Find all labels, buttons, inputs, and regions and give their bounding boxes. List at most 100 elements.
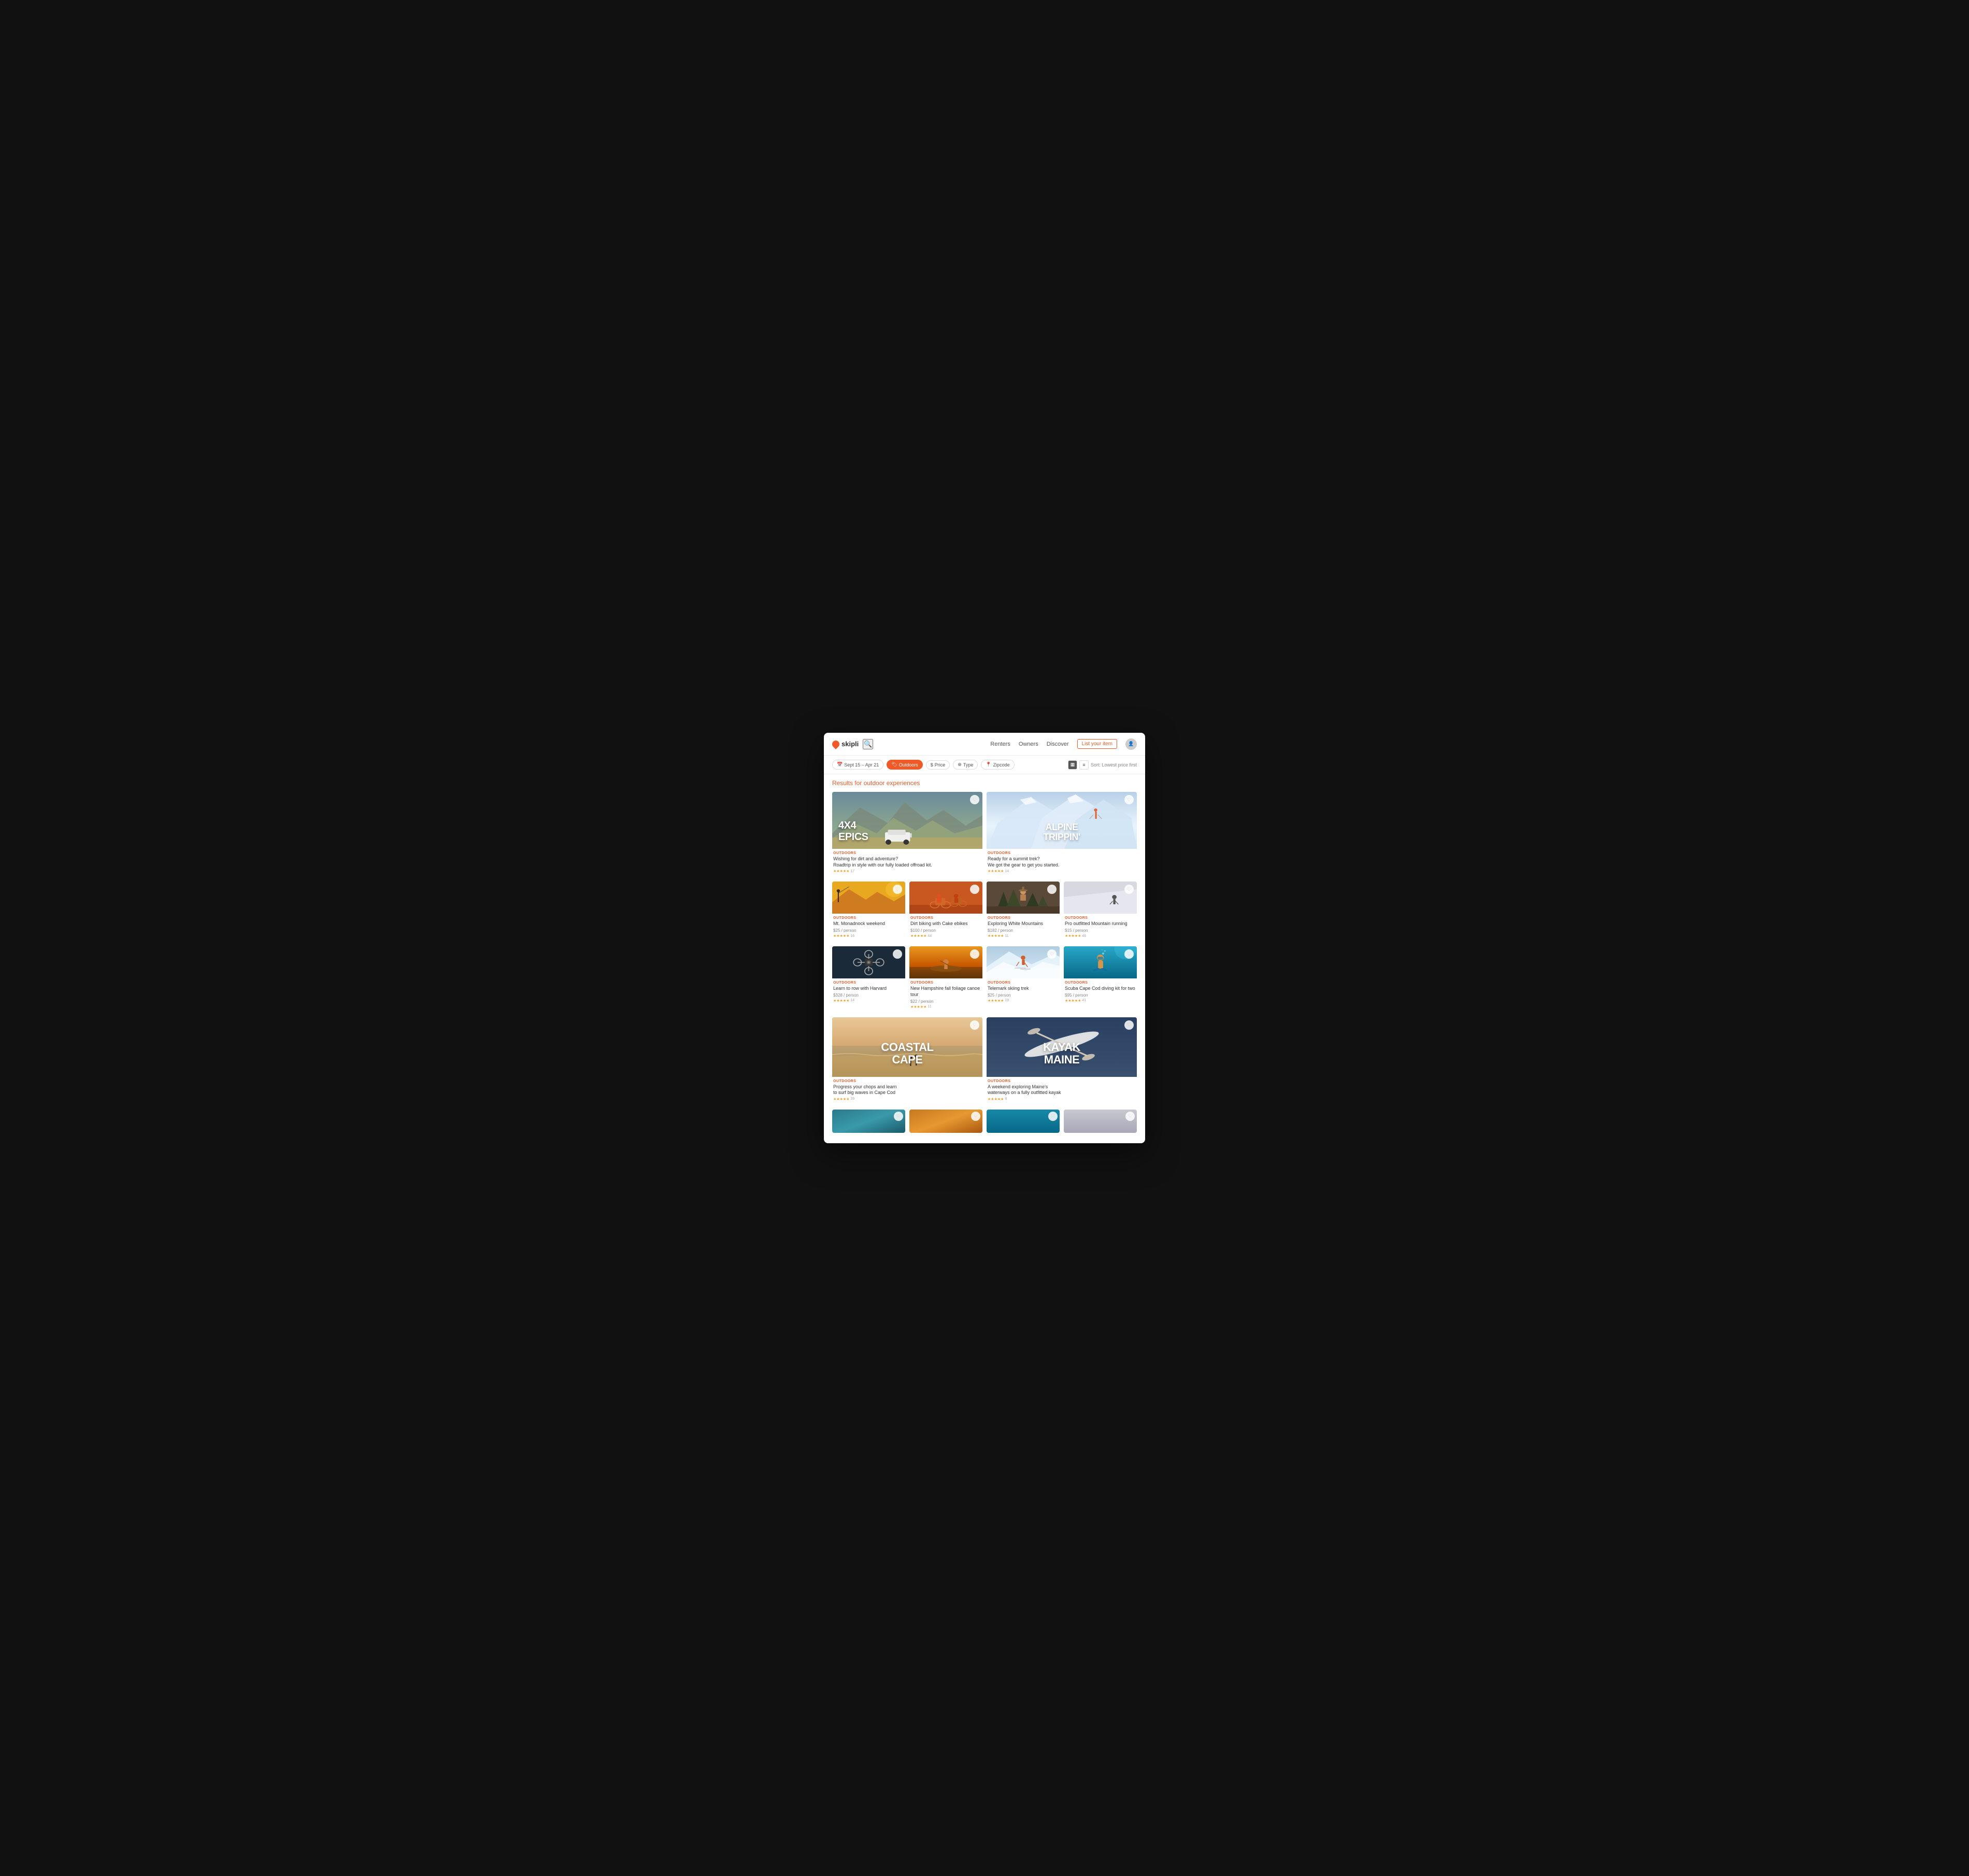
filter-price[interactable]: $ Price bbox=[926, 760, 950, 770]
filter-category[interactable]: 🏷 Outdoors bbox=[887, 760, 922, 770]
category-foliage: OUTDOORS bbox=[910, 981, 981, 985]
type-icon: ⊕ bbox=[958, 762, 962, 768]
location-icon: 📍 bbox=[986, 762, 991, 768]
price-pro: $15 / person bbox=[1065, 928, 1136, 933]
featured-card-alpine[interactable]: ALPINETRIPPIN' ♡ OUTDOORS Ready for a su… bbox=[987, 792, 1137, 876]
card-image-monadnock: ♡ ⎙ bbox=[832, 882, 905, 914]
header: skipli 🔍 Renters Owners Discover List yo… bbox=[824, 733, 1145, 756]
results-area: Results for outdoor experiences bbox=[824, 774, 1145, 1143]
calendar-icon: 📅 bbox=[837, 762, 843, 768]
favorite-btn-more4[interactable]: ♡ bbox=[1125, 1112, 1135, 1121]
rating-telemark: ★★★★★ 19 bbox=[988, 999, 1059, 1003]
title-foliage: New Hampshire fall foliage canoe tour bbox=[910, 986, 981, 998]
grid-card-more2[interactable]: ♡ bbox=[909, 1110, 982, 1133]
category-dirt: OUTDOORS bbox=[910, 916, 981, 920]
favorite-button-4x4[interactable]: ♡ bbox=[970, 795, 979, 804]
card-image-more3: ♡ bbox=[987, 1110, 1060, 1133]
bottom-featured-row: COASTALCAPE ♡ OUTDOORS Progress your cho… bbox=[832, 1017, 1137, 1104]
grid-card-rowing[interactable]: ♡ ⎙ OUTDOORS Learn to row with Harvard $… bbox=[832, 946, 905, 1012]
rating-foliage: ★★★★★ 11 bbox=[910, 1005, 981, 1009]
info-pro: OUTDOORS Pro outfitted Mountain running … bbox=[1064, 914, 1137, 941]
nav-owners[interactable]: Owners bbox=[1019, 741, 1038, 747]
filter-date[interactable]: 📅 Sept 15 – Apr 21 bbox=[832, 760, 883, 770]
grid-card-foliage[interactable]: ♡ ⎙ OUTDOORS New Hampshire fall foliage … bbox=[909, 946, 982, 1012]
grid-row-2: ♡ ⎙ OUTDOORS Learn to row with Harvard $… bbox=[832, 946, 1137, 1012]
rating-monadnock: ★★★★★ 16 bbox=[833, 934, 904, 938]
grid-row-1: ♡ ⎙ OUTDOORS Mt. Monadnock weekend $25 /… bbox=[832, 882, 1137, 941]
info-foliage: OUTDOORS New Hampshire fall foliage cano… bbox=[909, 978, 982, 1012]
card-image-rowing: ♡ ⎙ bbox=[832, 946, 905, 978]
sort-controls: ▦ ≡ Sort: Lowest price first bbox=[1068, 760, 1137, 770]
grid-card-pro[interactable]: ♡ ⎙ OUTDOORS Pro outfitted Mountain runn… bbox=[1064, 882, 1137, 941]
rating-dirt: ★★★★★ 44 bbox=[910, 934, 981, 938]
category-scuba: OUTDOORS bbox=[1065, 981, 1136, 985]
featured-image-4x4: 4X4EPICS ♡ bbox=[832, 792, 982, 849]
price-monadnock: $25 / person bbox=[833, 928, 904, 933]
info-monadnock: OUTDOORS Mt. Monadnock weekend $25 / per… bbox=[832, 914, 905, 941]
info-exploring: OUTDOORS Exploring White Mountains $182 … bbox=[987, 914, 1060, 941]
featured-title-kayak: KAYAKMAINE bbox=[987, 1041, 1137, 1066]
user-avatar[interactable]: 👤 bbox=[1125, 738, 1137, 750]
filter-type[interactable]: ⊕ Type bbox=[953, 760, 978, 770]
grid-card-more3[interactable]: ♡ bbox=[987, 1110, 1060, 1133]
info-coastal: OUTDOORS Progress your chops and learn t… bbox=[832, 1077, 982, 1104]
rating-coastal: ★★★★★ 39 bbox=[833, 1097, 981, 1101]
category-coastal: OUTDOORS bbox=[833, 1079, 981, 1083]
nav-discover[interactable]: Discover bbox=[1047, 741, 1069, 747]
card-category-4x4: OUTDOORS bbox=[833, 851, 981, 855]
filter-category-label: Outdoors bbox=[899, 762, 918, 768]
favorite-btn-coastal[interactable]: ♡ bbox=[970, 1020, 979, 1030]
card-info-alpine: OUTDOORS Ready for a summit trek? We got… bbox=[987, 849, 1137, 876]
rating-exploring: ★★★★★ 11 bbox=[988, 934, 1059, 938]
filter-zipcode-label: Zipcode bbox=[993, 762, 1010, 768]
featured-card-4x4[interactable]: 4X4EPICS ♡ OUTDOORS Wishing for dirt and… bbox=[832, 792, 982, 876]
card-image-more4: ♡ bbox=[1064, 1110, 1137, 1133]
title-telemark: Telemark skiing trek bbox=[988, 986, 1059, 992]
category-pro: OUTDOORS bbox=[1065, 916, 1136, 920]
nav-renters[interactable]: Renters bbox=[990, 741, 1010, 747]
category-monadnock: OUTDOORS bbox=[833, 916, 904, 920]
title-monadnock: Mt. Monadnock weekend bbox=[833, 921, 904, 927]
grid-card-monadnock[interactable]: ♡ ⎙ OUTDOORS Mt. Monadnock weekend $25 /… bbox=[832, 882, 905, 941]
grid-card-telemark[interactable]: ♡ ⎙ OUTDOORS Telemark skiing trek $25 / … bbox=[987, 946, 1060, 1012]
device-frame: skipli 🔍 Renters Owners Discover List yo… bbox=[824, 733, 1145, 1143]
title-exploring: Exploring White Mountains bbox=[988, 921, 1059, 927]
favorite-button-alpine[interactable]: ♡ bbox=[1124, 795, 1134, 804]
list-item-button[interactable]: List your item bbox=[1077, 739, 1117, 749]
search-icon: 🔍 bbox=[864, 740, 872, 748]
favorite-btn-more2[interactable]: ♡ bbox=[971, 1112, 980, 1121]
featured-title-coastal: COASTALCAPE bbox=[832, 1041, 982, 1066]
featured-card-coastal[interactable]: COASTALCAPE ♡ OUTDOORS Progress your cho… bbox=[832, 1017, 982, 1104]
featured-card-kayak[interactable]: KAYAKMAINE ♡ OUTDOORS A weekend explorin… bbox=[987, 1017, 1137, 1104]
grid-card-scuba[interactable]: ♡ ⎙ OUTDOORS Scuba Cape Cod diving kit f… bbox=[1064, 946, 1137, 1012]
price-rowing: $328 / person bbox=[833, 993, 904, 998]
info-dirt: OUTDOORS Dirt biking with Cake ebikes $1… bbox=[909, 914, 982, 941]
grid-card-dirt[interactable]: ♡ ⎙ OUTDOORS Dirt biking with Cake ebike… bbox=[909, 882, 982, 941]
dollar-icon: $ bbox=[931, 762, 933, 768]
grid-card-more4[interactable]: ♡ bbox=[1064, 1110, 1137, 1133]
card-image-exploring: ♡ ⎙ bbox=[987, 882, 1060, 914]
card-title-alpine: Ready for a summit trek? We got the gear… bbox=[988, 856, 1136, 868]
filters-bar: 📅 Sept 15 – Apr 21 🏷 Outdoors $ Price ⊕ … bbox=[824, 756, 1145, 774]
header-nav: Renters Owners Discover List your item 👤 bbox=[990, 738, 1137, 750]
price-scuba: $95 / person bbox=[1065, 993, 1136, 998]
filter-date-label: Sept 15 – Apr 21 bbox=[844, 762, 879, 768]
category-telemark: OUTDOORS bbox=[988, 981, 1059, 985]
grid-card-more1[interactable]: ♡ bbox=[832, 1110, 905, 1133]
sort-list-button[interactable]: ≡ bbox=[1079, 760, 1089, 770]
grid-card-exploring[interactable]: ♡ ⎙ OUTDOORS Exploring White Mountains $… bbox=[987, 882, 1060, 941]
filter-zipcode[interactable]: 📍 Zipcode bbox=[981, 760, 1014, 770]
sort-grid-button[interactable]: ▦ bbox=[1068, 760, 1077, 770]
favorite-btn-more1[interactable]: ♡ bbox=[894, 1112, 903, 1121]
featured-image-kayak: KAYAKMAINE ♡ bbox=[987, 1017, 1137, 1077]
info-rowing: OUTDOORS Learn to row with Harvard $328 … bbox=[832, 978, 905, 1006]
info-kayak: OUTDOORS A weekend exploring Maine's wat… bbox=[987, 1077, 1137, 1104]
favorite-btn-more3[interactable]: ♡ bbox=[1048, 1112, 1058, 1121]
rating-rowing: ★★★★★ 14 bbox=[833, 999, 904, 1003]
results-heading: Results for outdoor experiences bbox=[832, 779, 1137, 787]
featured-row: 4X4EPICS ♡ OUTDOORS Wishing for dirt and… bbox=[832, 792, 1137, 876]
favorite-btn-kayak[interactable]: ♡ bbox=[1124, 1020, 1134, 1030]
rating-scuba: ★★★★★ 41 bbox=[1065, 999, 1136, 1003]
search-button[interactable]: 🔍 bbox=[863, 739, 873, 749]
logo[interactable]: skipli bbox=[832, 740, 859, 748]
